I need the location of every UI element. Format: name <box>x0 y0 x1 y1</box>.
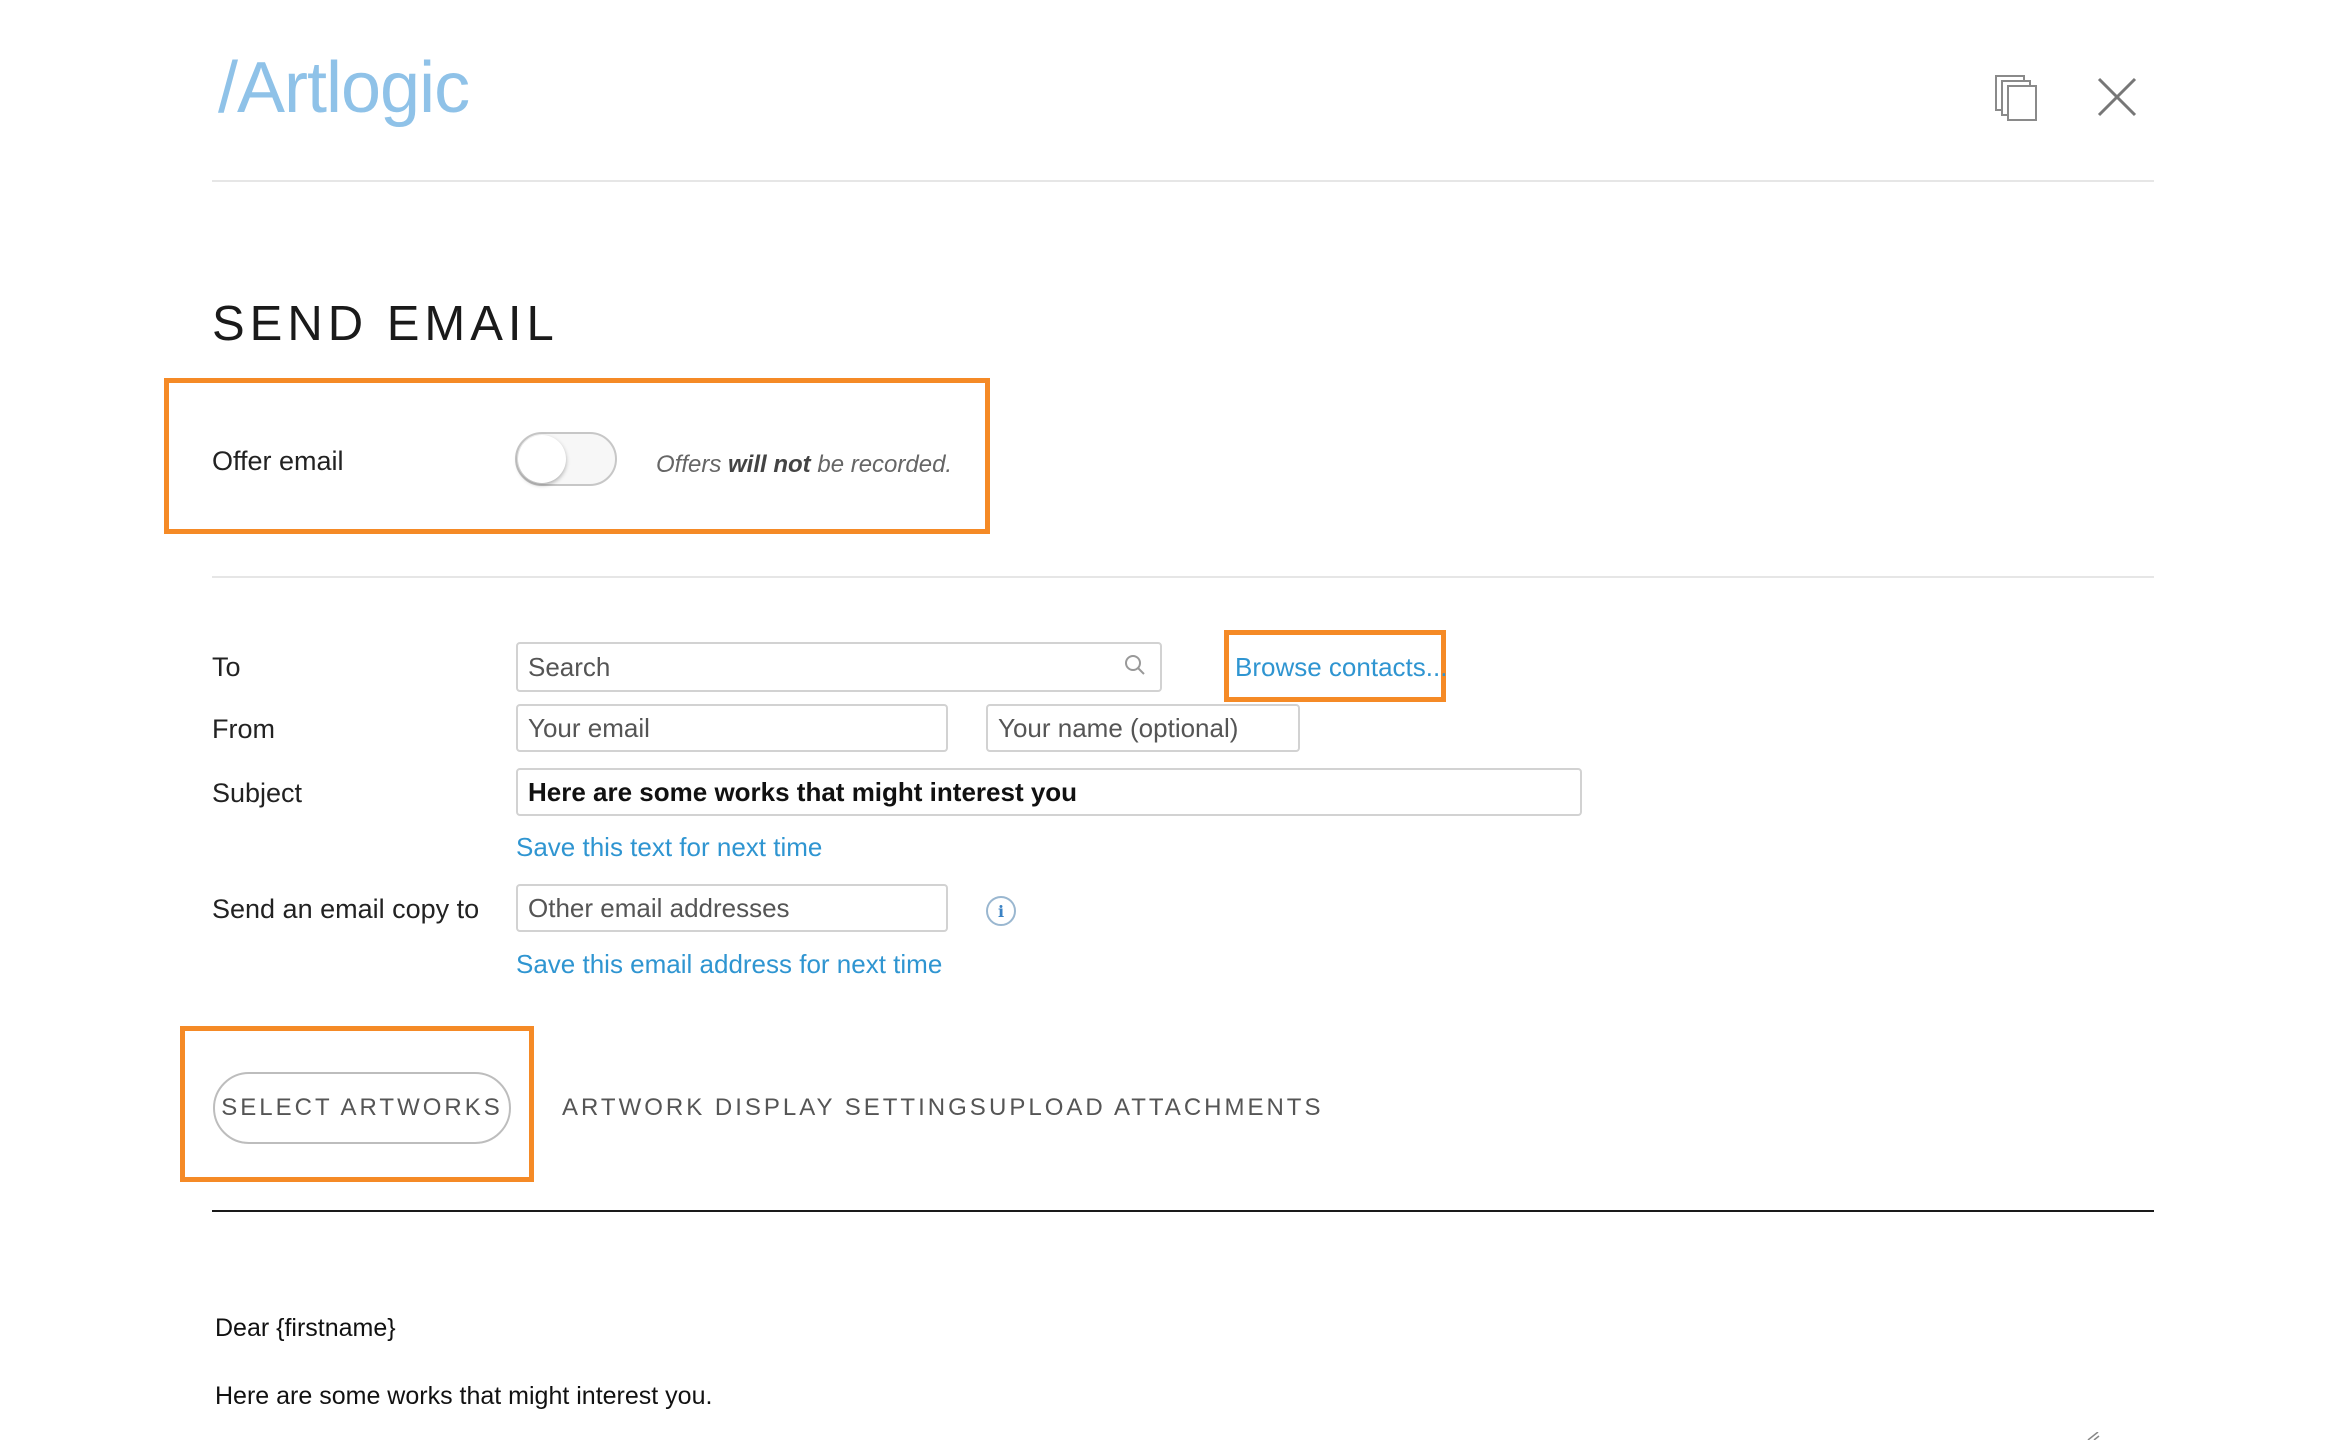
page-title: SEND EMAIL <box>212 297 559 351</box>
offer-email-toggle[interactable] <box>515 432 617 486</box>
from-label: From <box>212 714 275 744</box>
offer-email-label: Offer email <box>212 446 344 476</box>
from-name-placeholder: Your name (optional) <box>998 712 1239 743</box>
search-icon <box>1125 655 1145 675</box>
message-body[interactable]: Here are some works that might interest … <box>215 1384 712 1409</box>
subject-value: Here are some works that might interest … <box>528 776 1078 807</box>
tabs-divider <box>212 1210 2154 1212</box>
to-search-placeholder: Search <box>528 651 611 682</box>
resize-handle-icon[interactable] <box>2086 1432 2100 1440</box>
tab-select-artworks-label: SELECT ARTWORKS <box>221 1094 503 1121</box>
copy-email-placeholder: Other email addresses <box>528 892 790 923</box>
save-subject-link[interactable]: Save this text for next time <box>516 834 822 860</box>
to-label: To <box>212 652 241 682</box>
artlogic-logo: /Artlogic <box>218 52 470 124</box>
to-search-input[interactable]: Search <box>516 642 1162 692</box>
copy-icon[interactable] <box>1994 74 2038 122</box>
offer-note-suffix: be recorded. <box>810 451 953 478</box>
logo-text: /Artlogic <box>218 48 470 128</box>
offer-note-prefix: Offers <box>656 451 729 478</box>
offer-note-bold: will not <box>728 451 811 478</box>
copy-label: Send an email copy to <box>212 894 480 924</box>
offer-note: Offers will not be recorded. <box>656 453 952 477</box>
section-divider <box>212 576 2154 578</box>
subject-label: Subject <box>212 778 303 808</box>
from-email-input[interactable]: Your email <box>516 704 948 752</box>
browse-contacts-link[interactable]: Browse contacts... <box>1235 654 1447 680</box>
info-icon[interactable]: i <box>986 896 1016 926</box>
message-greeting[interactable]: Dear {firstname} <box>215 1316 396 1341</box>
from-email-placeholder: Your email <box>528 712 650 743</box>
save-copy-link[interactable]: Save this email address for next time <box>516 951 942 977</box>
subject-input[interactable]: Here are some works that might interest … <box>516 768 1582 816</box>
copy-email-input[interactable]: Other email addresses <box>516 884 948 932</box>
tab-artwork-display-settings[interactable]: ARTWORK DISPLAY SETTINGS <box>562 1096 989 1120</box>
close-icon[interactable] <box>2096 76 2138 118</box>
header-divider <box>212 180 2154 182</box>
tab-select-artworks[interactable]: SELECT ARTWORKS <box>213 1072 511 1144</box>
toggle-knob <box>518 435 566 483</box>
from-name-input[interactable]: Your name (optional) <box>986 704 1300 752</box>
tab-upload-attachments[interactable]: UPLOAD ATTACHMENTS <box>989 1096 1323 1120</box>
